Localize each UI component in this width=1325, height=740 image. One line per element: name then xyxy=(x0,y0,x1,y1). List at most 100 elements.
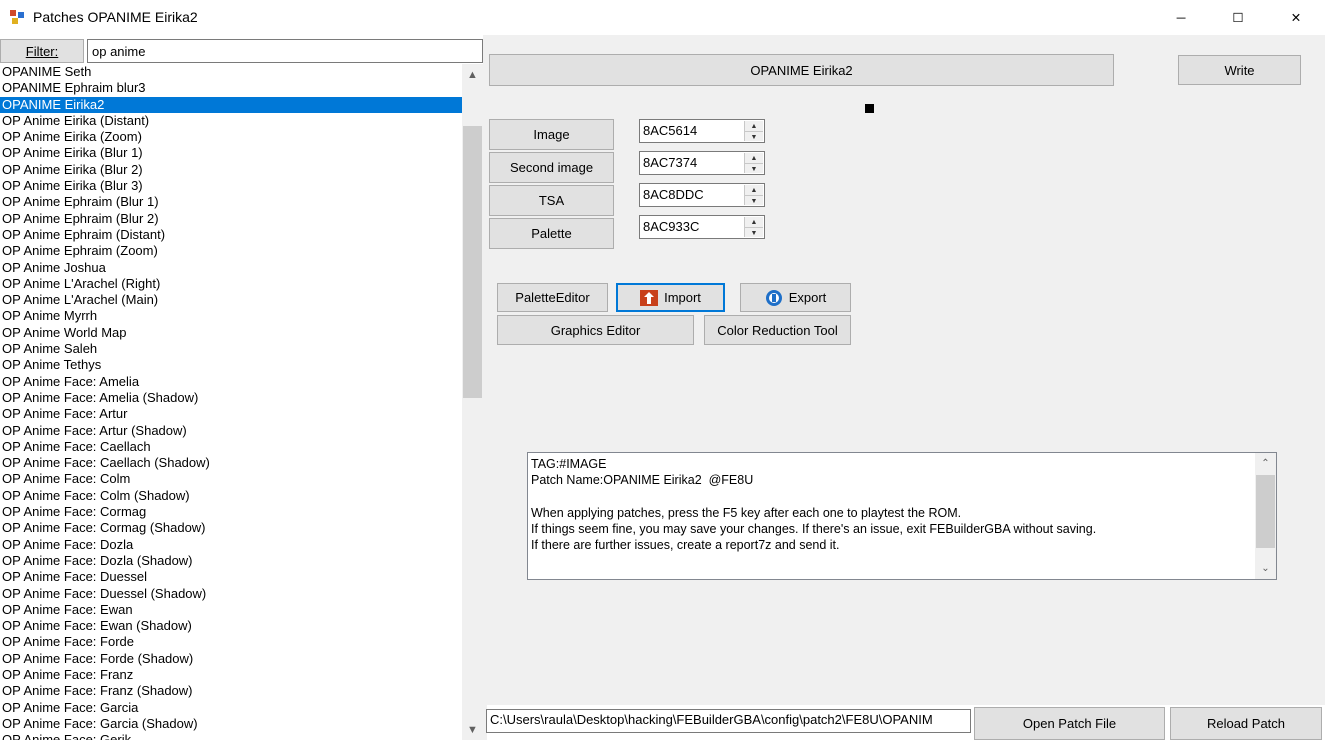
filter-input[interactable] xyxy=(87,39,483,63)
scroll-up-icon[interactable]: ▲ xyxy=(462,64,483,85)
list-item[interactable]: OP Anime Eirika (Blur 3) xyxy=(0,178,462,194)
spin-arrows[interactable]: ▲ ▼ xyxy=(744,121,763,141)
list-item[interactable]: OP Anime Saleh xyxy=(0,341,462,357)
list-item[interactable]: OP Anime Eirika (Distant) xyxy=(0,113,462,129)
list-item[interactable]: OP Anime L'Arachel (Right) xyxy=(0,276,462,292)
app-icon xyxy=(10,10,24,24)
scroll-up-icon[interactable]: ⌃ xyxy=(1255,453,1276,474)
list-item[interactable]: OP Anime Eirika (Blur 2) xyxy=(0,162,462,178)
maximize-button[interactable]: ☐ xyxy=(1215,0,1261,35)
tsa-address-value: 8AC8DDC xyxy=(643,187,704,202)
export-button[interactable]: Export xyxy=(740,283,851,312)
import-button[interactable]: Import xyxy=(616,283,725,312)
tsa-address-field[interactable]: 8AC8DDC ▲ ▼ xyxy=(639,183,765,207)
color-reduction-tool-button[interactable]: Color Reduction Tool xyxy=(704,315,851,345)
image-address-value: 8AC5614 xyxy=(643,123,698,138)
list-item[interactable]: OP Anime Face: Ewan xyxy=(0,602,462,618)
list-item[interactable]: OP Anime Face: Amelia (Shadow) xyxy=(0,390,462,406)
list-item[interactable]: OPANIME Eirika2 xyxy=(0,96,462,113)
second-image-button[interactable]: Second image xyxy=(489,152,614,183)
list-item[interactable]: OP Anime Face: Garcia xyxy=(0,700,462,716)
list-item[interactable]: OP Anime Face: Cormag (Shadow) xyxy=(0,520,462,536)
spin-down-icon[interactable]: ▼ xyxy=(745,227,763,238)
list-item[interactable]: OP Anime Face: Gerik xyxy=(0,732,462,740)
patch-list-scrollbar[interactable]: ▲ ▼ xyxy=(462,64,483,740)
patch-path-field[interactable]: C:\Users\raula\Desktop\hacking\FEBuilder… xyxy=(486,709,971,733)
list-item[interactable]: OPANIME Seth xyxy=(0,64,462,80)
image-address-field[interactable]: 8AC5614 ▲ ▼ xyxy=(639,119,765,143)
write-button[interactable]: Write xyxy=(1178,55,1301,85)
list-item[interactable]: OP Anime Myrrh xyxy=(0,308,462,324)
spin-arrows[interactable]: ▲ ▼ xyxy=(744,153,763,173)
spin-arrows[interactable]: ▲ ▼ xyxy=(744,185,763,205)
image-preview xyxy=(865,104,874,113)
spin-up-icon[interactable]: ▲ xyxy=(745,121,763,131)
reload-patch-button[interactable]: Reload Patch xyxy=(1170,707,1322,740)
maximize-icon: ☐ xyxy=(1232,11,1244,25)
close-icon: ✕ xyxy=(1290,11,1302,25)
list-item[interactable]: OP Anime Face: Forde xyxy=(0,634,462,650)
scroll-down-icon[interactable]: ▼ xyxy=(462,719,483,740)
export-icon xyxy=(765,289,782,306)
spin-up-icon[interactable]: ▲ xyxy=(745,153,763,163)
minimize-button[interactable]: ─ xyxy=(1158,0,1204,35)
import-icon xyxy=(640,289,659,306)
list-item[interactable]: OP Anime Ephraim (Distant) xyxy=(0,227,462,243)
export-label: Export xyxy=(788,290,827,305)
image-button[interactable]: Image xyxy=(489,119,614,150)
list-item[interactable]: OP Anime Eirika (Blur 1) xyxy=(0,145,462,161)
filter-button[interactable]: Filter: xyxy=(0,39,84,63)
scroll-thumb[interactable] xyxy=(1256,475,1275,548)
scroll-thumb[interactable] xyxy=(463,126,482,398)
list-item[interactable]: OP Anime L'Arachel (Main) xyxy=(0,292,462,308)
list-item[interactable]: OP Anime Face: Dozla xyxy=(0,537,462,553)
list-item[interactable]: OP Anime Face: Cormag xyxy=(0,504,462,520)
list-item[interactable]: OP Anime Tethys xyxy=(0,357,462,373)
list-item[interactable]: OP Anime Face: Caellach (Shadow) xyxy=(0,455,462,471)
list-item[interactable]: OP Anime Joshua xyxy=(0,260,462,276)
list-item[interactable]: OP Anime Ephraim (Zoom) xyxy=(0,243,462,259)
list-item[interactable]: OP Anime Face: Ewan (Shadow) xyxy=(0,618,462,634)
list-item[interactable]: OP Anime Face: Franz xyxy=(0,667,462,683)
palette-button[interactable]: Palette xyxy=(489,218,614,249)
palette-address-field[interactable]: 8AC933C ▲ ▼ xyxy=(639,215,765,239)
title-bar: Patches OPANIME Eirika2 ─ ☐ ✕ xyxy=(0,0,1325,35)
patch-list[interactable]: OPANIME Seth OPANIME Ephraim blur3 OPANIME… xyxy=(0,64,462,740)
list-item[interactable]: OP Anime Face: Duessel xyxy=(0,569,462,585)
spin-up-icon[interactable]: ▲ xyxy=(745,185,763,195)
list-item[interactable]: OP Anime Face: Amelia xyxy=(0,374,462,390)
open-patch-file-button[interactable]: Open Patch File xyxy=(974,707,1165,740)
patch-info-textbox[interactable]: TAG:#IMAGE Patch Name:OPANIME Eirika2 @F… xyxy=(527,452,1277,580)
list-item[interactable]: OP Anime Eirika (Zoom) xyxy=(0,129,462,145)
spin-arrows[interactable]: ▲ ▼ xyxy=(744,217,763,237)
spin-down-icon[interactable]: ▼ xyxy=(745,195,763,206)
import-label: Import xyxy=(664,290,701,305)
graphics-editor-button[interactable]: Graphics Editor xyxy=(497,315,694,345)
scroll-down-icon[interactable]: ⌄ xyxy=(1255,558,1276,579)
list-item[interactable]: OP Anime Face: Artur xyxy=(0,406,462,422)
list-item[interactable]: OP Anime Ephraim (Blur 2) xyxy=(0,211,462,227)
list-item[interactable]: OP Anime Ephraim (Blur 1) xyxy=(0,194,462,210)
palette-address-value: 8AC933C xyxy=(643,219,700,234)
palette-editor-button[interactable]: PaletteEditor xyxy=(497,283,608,312)
spin-up-icon[interactable]: ▲ xyxy=(745,217,763,227)
spin-down-icon[interactable]: ▼ xyxy=(745,131,763,142)
list-item[interactable]: OP Anime World Map xyxy=(0,325,462,341)
list-item[interactable]: OP Anime Face: Forde (Shadow) xyxy=(0,651,462,667)
list-item[interactable]: OP Anime Face: Colm (Shadow) xyxy=(0,488,462,504)
list-item[interactable]: OP Anime Face: Artur (Shadow) xyxy=(0,423,462,439)
list-item[interactable]: OP Anime Face: Caellach xyxy=(0,439,462,455)
tsa-button[interactable]: TSA xyxy=(489,185,614,216)
list-item[interactable]: OP Anime Face: Dozla (Shadow) xyxy=(0,553,462,569)
list-item[interactable]: OP Anime Face: Garcia (Shadow) xyxy=(0,716,462,732)
window-title: Patches OPANIME Eirika2 xyxy=(33,9,198,25)
list-item[interactable]: OP Anime Face: Franz (Shadow) xyxy=(0,683,462,699)
list-item[interactable]: OP Anime Face: Colm xyxy=(0,471,462,487)
spin-down-icon[interactable]: ▼ xyxy=(745,163,763,174)
info-scrollbar[interactable]: ⌃ ⌄ xyxy=(1255,453,1276,579)
close-button[interactable]: ✕ xyxy=(1273,0,1319,35)
second-image-address-field[interactable]: 8AC7374 ▲ ▼ xyxy=(639,151,765,175)
list-item[interactable]: OP Anime Face: Duessel (Shadow) xyxy=(0,586,462,602)
list-item[interactable]: OPANIME Ephraim blur3 xyxy=(0,80,462,96)
patch-info-text: TAG:#IMAGE Patch Name:OPANIME Eirika2 @F… xyxy=(531,457,1097,553)
